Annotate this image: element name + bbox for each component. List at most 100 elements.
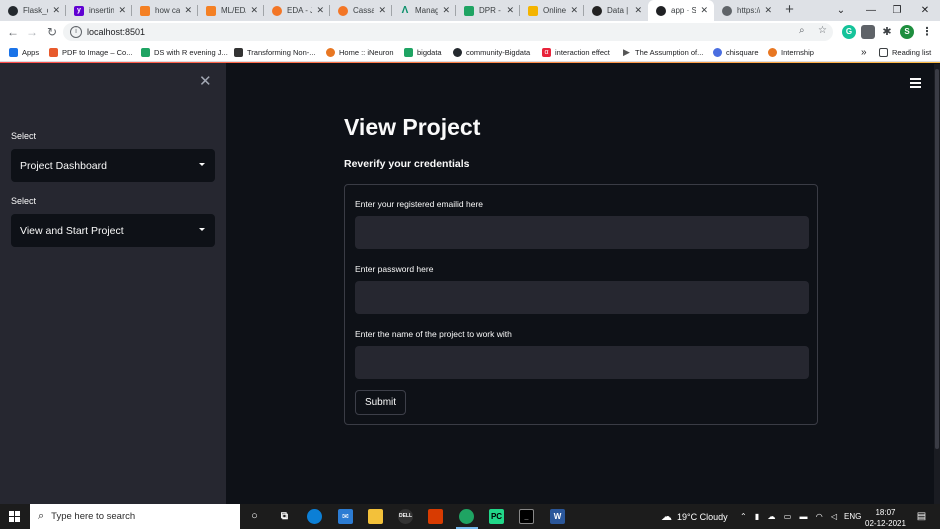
browser-tab-active[interactable]: app · St ✕ [648, 0, 714, 21]
bookmark-item[interactable]: PDF to Image – Co... [49, 46, 132, 59]
play-icon: ▶ [623, 47, 630, 57]
page-subtitle: Reverify your credentials [344, 158, 470, 170]
email-input[interactable] [355, 216, 809, 249]
jupyter-icon [338, 5, 348, 16]
page-icon [234, 48, 243, 57]
bookmark-item[interactable]: Home :: iNeuron [326, 46, 394, 59]
dashboard-select[interactable]: Project Dashboard [11, 149, 215, 182]
bookmark-item[interactable]: bigdata [404, 46, 442, 59]
close-tab-icon[interactable]: ✕ [250, 5, 258, 16]
close-tab-icon[interactable]: ✕ [316, 5, 324, 16]
project-select[interactable]: View and Start Project [11, 214, 215, 247]
profile-avatar[interactable]: S [900, 25, 914, 39]
grammarly-icon[interactable]: G [842, 25, 856, 39]
bookmark-star-icon[interactable]: ☆ [818, 25, 827, 36]
page-scrollbar[interactable] [934, 64, 940, 504]
dell-icon[interactable]: DELL [398, 509, 413, 524]
browser-tab[interactable]: Λ Manag ✕ [392, 0, 456, 21]
hamburger-menu-icon[interactable] [910, 78, 921, 88]
online-icon [528, 5, 538, 16]
cortana-icon[interactable]: ○ [247, 509, 262, 524]
menu-dots-icon[interactable]: ⋮ [920, 25, 934, 39]
bookmark-item[interactable]: community-Bigdata [453, 46, 530, 59]
browser-tab[interactable]: Online ✕ [520, 0, 584, 21]
browser-tab[interactable]: Cassan✕ [330, 0, 392, 21]
close-tab-icon[interactable]: ✕ [118, 5, 126, 16]
alpha-icon: α [542, 48, 551, 57]
date-text: 02-12-2021 [865, 519, 906, 528]
task-view-icon[interactable]: ⧉ [277, 509, 292, 524]
close-tab-icon[interactable]: ✕ [570, 5, 578, 16]
office-icon[interactable] [428, 509, 443, 524]
close-tab-icon[interactable]: ✕ [700, 5, 708, 16]
windows-start-icon[interactable] [9, 511, 20, 522]
restore-icon[interactable]: ❐ [882, 0, 912, 21]
site-info-icon[interactable]: i [70, 26, 82, 38]
select-label: Select [11, 196, 37, 206]
stackoverflow-icon [140, 5, 150, 16]
taskbar-search[interactable]: ⌕ Type here to search [30, 504, 240, 529]
language-indicator[interactable]: ENG [844, 504, 861, 529]
search-icon: ⌕ [38, 510, 45, 522]
close-tab-icon[interactable]: ✕ [378, 5, 386, 16]
globe-icon [722, 5, 732, 16]
scrollbar-thumb[interactable] [935, 69, 939, 449]
forward-icon[interactable]: → [24, 24, 40, 40]
file-explorer-icon[interactable] [368, 509, 383, 524]
notifications-icon[interactable]: ▤ [914, 509, 929, 524]
yahoo-icon: y [74, 5, 84, 16]
system-tray-icons[interactable]: ⌃ ▮ ☁ ▭ ▬ ◠ ◁ [740, 504, 840, 529]
close-tab-icon[interactable]: ✕ [764, 5, 772, 16]
browser-tab[interactable]: DPR - C✕ [456, 0, 520, 21]
windows-taskbar: ⌕ Type here to search ○ ⧉ ✉ DELL PC _ W … [0, 504, 940, 529]
extensions-puzzle-icon[interactable]: ✱ [880, 25, 894, 39]
bookmark-item[interactable]: chisquare [713, 46, 759, 59]
apps-icon [9, 48, 18, 57]
bookmark-item[interactable]: Internship [768, 46, 814, 59]
bookmarks-bar: Apps PDF to Image – Co... DS with R even… [0, 43, 940, 62]
close-tab-icon[interactable]: ✕ [442, 5, 450, 16]
password-input[interactable] [355, 281, 809, 314]
chrome-icon[interactable] [459, 509, 474, 524]
bookmark-item[interactable]: α interaction effect [542, 46, 610, 59]
more-bookmarks-icon[interactable]: » [861, 46, 867, 59]
select-label: Select [11, 131, 37, 141]
close-tab-icon[interactable]: ✕ [506, 5, 514, 16]
address-bar[interactable]: i localhost:8501 ⌕ ☆ [63, 23, 833, 41]
browser-tab[interactable]: y insertin ✕ [66, 0, 132, 21]
extension-icon[interactable] [861, 25, 875, 39]
bookmark-item[interactable]: ▶ The Assumption of... [622, 46, 703, 59]
bookmark-item[interactable]: Transforming Non-... [234, 46, 316, 59]
reload-icon[interactable]: ↻ [44, 24, 60, 40]
bookmark-item[interactable]: Apps [9, 46, 39, 59]
weather-widget[interactable]: ☁ 19°C Cloudy [661, 504, 728, 529]
submit-button[interactable]: Submit [355, 390, 406, 415]
close-sidebar-icon[interactable]: ✕ [199, 74, 212, 89]
browser-tab[interactable]: ML/ED/✕ [198, 0, 264, 21]
browser-tab[interactable]: Flask_c ✕ [0, 0, 66, 21]
browser-tab[interactable]: how ca ✕ [132, 0, 198, 21]
manage-icon: Λ [401, 5, 409, 16]
word-icon[interactable]: W [550, 509, 565, 524]
edge-icon[interactable] [307, 509, 322, 524]
taskbar-clock[interactable]: 18:07 02-12-2021 [863, 507, 908, 529]
tab-search-icon[interactable]: ⌄ [826, 0, 856, 21]
browser-tab[interactable]: Data | C✕ [584, 0, 648, 21]
close-window-icon[interactable]: ✕ [910, 0, 940, 21]
browser-tab[interactable]: https://✕ [714, 0, 778, 21]
close-tab-icon[interactable]: ✕ [52, 5, 60, 16]
new-tab-icon[interactable]: + [781, 2, 798, 19]
internship-icon [768, 48, 777, 57]
search-placeholder: Type here to search [51, 511, 136, 522]
reading-list[interactable]: Reading list [879, 46, 931, 59]
back-icon[interactable]: ← [5, 24, 21, 40]
browser-tab[interactable]: EDA - J ✕ [264, 0, 330, 21]
project-name-input[interactable] [355, 346, 809, 379]
close-tab-icon[interactable]: ✕ [634, 5, 642, 16]
mail-icon[interactable]: ✉ [338, 509, 353, 524]
close-tab-icon[interactable]: ✕ [184, 5, 192, 16]
zoom-icon[interactable]: ⌕ [799, 25, 805, 36]
terminal-icon[interactable]: _ [519, 509, 534, 524]
pycharm-icon[interactable]: PC [489, 509, 504, 524]
bookmark-item[interactable]: DS with R evening J... [141, 46, 228, 59]
